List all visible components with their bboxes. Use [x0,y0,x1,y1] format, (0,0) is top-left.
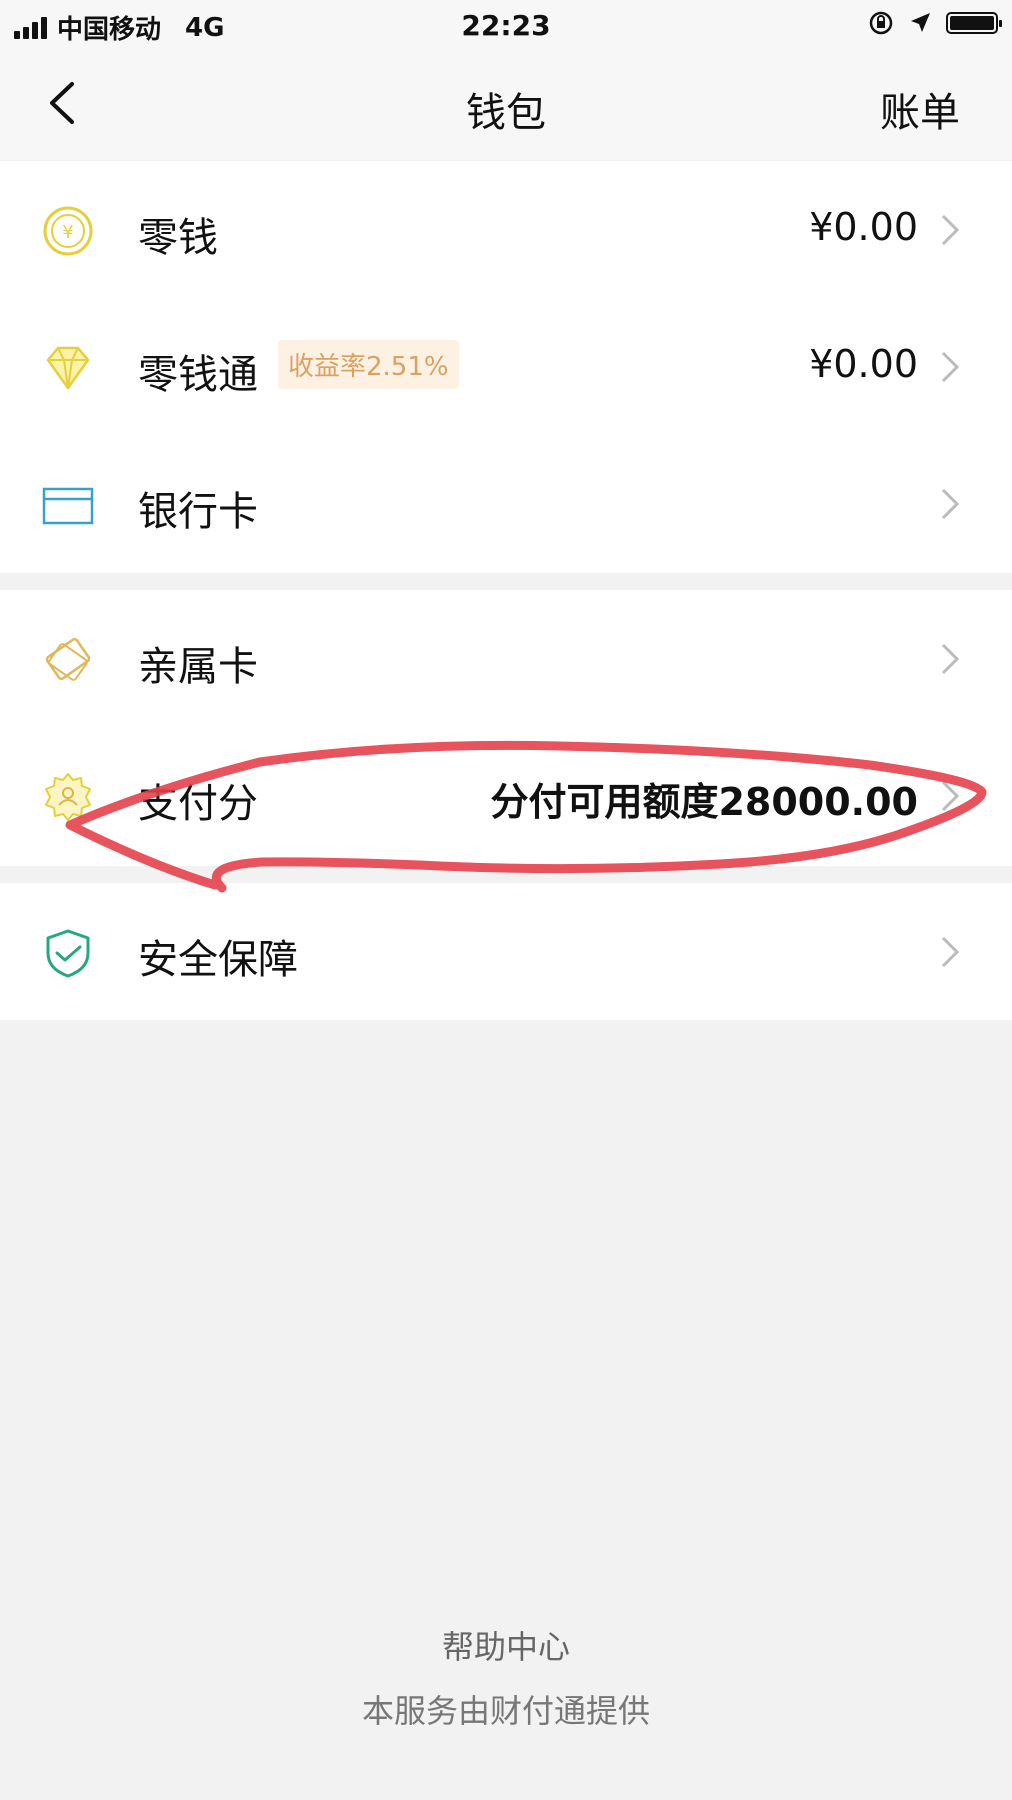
yield-badge: 收益率2.51% [278,340,459,389]
row-pay-score[interactable]: 支付分 分付可用额度28000.00 [0,727,1012,864]
row-label: 支付分 [138,781,258,827]
location-arrow-icon [911,13,930,32]
row-change[interactable]: ¥ 零钱 ¥0.00 [0,161,1012,298]
svg-text:¥: ¥ [62,222,73,243]
row-value: 分付可用额度28000.00 [490,780,918,824]
family-card-icon [45,637,91,681]
row-change-plus[interactable]: 零钱通 收益率2.51% ¥0.00 [0,298,1012,435]
chevron-right-icon [941,488,960,520]
status-right [868,10,1002,36]
row-label: 安全保障 [138,937,298,983]
provider-note: 本服务由财付通提供 [361,1692,650,1730]
shield-check-icon [46,929,90,978]
battery-icon [946,12,1002,34]
row-value: ¥0.00 [809,342,918,386]
wallet-group-2: 亲属卡 支付分 分付可用额度28000.00 [0,590,1012,866]
row-label: 零钱通 [138,352,258,398]
help-center-link[interactable]: 帮助中心 [0,1622,1012,1668]
row-security[interactable]: 安全保障 [0,883,1012,1020]
row-label: 银行卡 [138,489,258,535]
rotation-lock-icon [869,11,893,35]
page-title: 钱包 [466,90,546,136]
chevron-right-icon [941,643,960,675]
chevron-right-icon [941,936,960,968]
diamond-icon [46,346,90,390]
status-bar: 中国移动 4G 22:23 [0,0,1012,50]
yuan-coin-icon: ¥ [43,206,93,256]
row-value: ¥0.00 [809,205,918,249]
row-family-card[interactable]: 亲属卡 [0,590,1012,727]
badge-gear-icon [45,773,91,821]
row-bank-card[interactable]: 银行卡 [0,435,1012,572]
bill-button[interactable]: 账单 [880,80,960,138]
chevron-right-icon [941,351,960,383]
row-label: 零钱 [138,215,218,261]
chevron-right-icon [941,780,960,812]
wallet-group-3: 安全保障 [0,883,1012,1020]
chevron-right-icon [941,214,960,246]
bank-card-icon [42,487,94,525]
wallet-group-1: ¥ 零钱 ¥0.00 零钱通 收益率2.51% ¥0.00 银行卡 [0,161,1012,573]
row-label: 亲属卡 [138,644,258,690]
nav-bar: 钱包 账单 [0,50,1012,160]
clock: 22:23 [461,9,551,42]
